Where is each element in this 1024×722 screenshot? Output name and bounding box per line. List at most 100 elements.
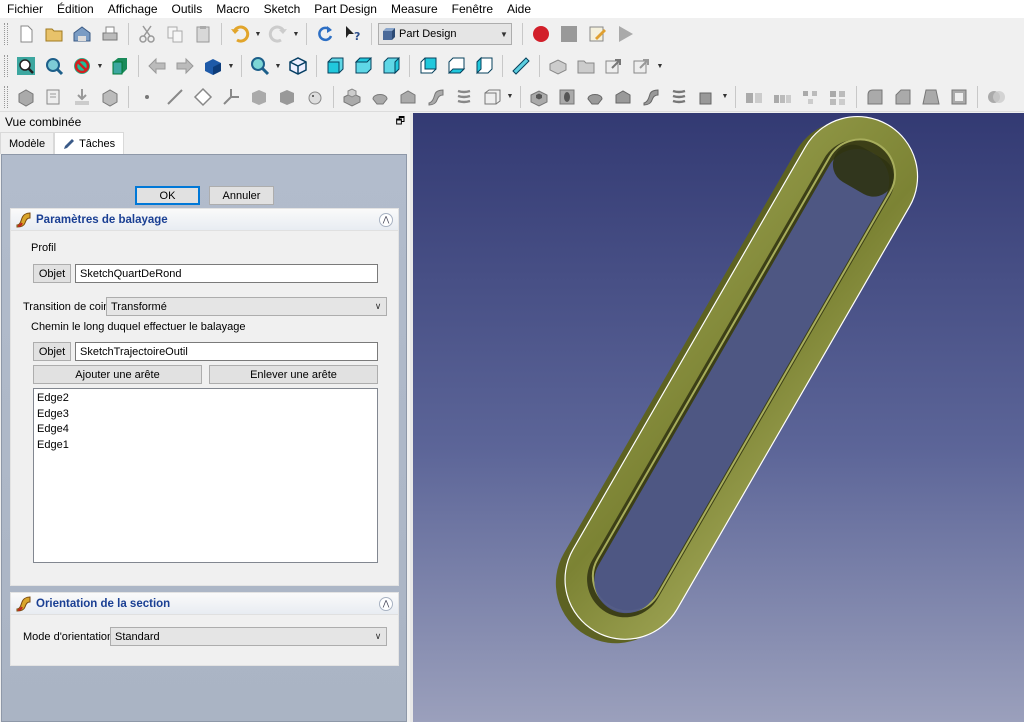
- view-top-button[interactable]: [350, 53, 376, 79]
- menu-measure[interactable]: Measure: [384, 0, 445, 18]
- subtractive-pipe-button[interactable]: [638, 84, 664, 110]
- toolbar-grip[interactable]: [4, 23, 8, 45]
- thickness-button[interactable]: [946, 84, 972, 110]
- redo-button[interactable]: [265, 21, 291, 47]
- orientation-header[interactable]: Orientation de la section ⋀: [11, 593, 398, 615]
- add-edge-button[interactable]: Ajouter une arête: [33, 365, 202, 384]
- forward-view-button[interactable]: [172, 53, 198, 79]
- loft-button[interactable]: [395, 84, 421, 110]
- subshape-binder-button[interactable]: [274, 84, 300, 110]
- view-isometric-button[interactable]: [285, 53, 311, 79]
- collapse-icon[interactable]: ⋀: [379, 596, 393, 611]
- redo-dropdown[interactable]: ▼: [292, 21, 300, 47]
- profile-field[interactable]: SketchQuartDeRond: [75, 264, 378, 283]
- subtractive-primitive-button[interactable]: [694, 84, 720, 110]
- path-field[interactable]: SketchTrajectoireOutil: [75, 342, 378, 361]
- helix-button[interactable]: [451, 84, 477, 110]
- fit-all-button[interactable]: [13, 53, 39, 79]
- 3d-viewport[interactable]: [413, 113, 1024, 722]
- menu-macro[interactable]: Macro: [209, 0, 256, 18]
- datum-plane-button[interactable]: [190, 84, 216, 110]
- list-item[interactable]: Edge2: [37, 391, 374, 407]
- open-file-button[interactable]: [41, 21, 67, 47]
- view-bottom-button[interactable]: [443, 53, 469, 79]
- macro-record-button[interactable]: [528, 21, 554, 47]
- additive-primitive-dropdown[interactable]: ▼: [506, 84, 514, 110]
- view-rear-button[interactable]: [415, 53, 441, 79]
- draw-style-dropdown[interactable]: ▼: [96, 53, 104, 79]
- workbench-selector[interactable]: Part Design ▼: [378, 23, 512, 45]
- measure-distance-button[interactable]: [508, 53, 534, 79]
- chamfer-button[interactable]: [890, 84, 916, 110]
- transition-combo[interactable]: Transformé ∨: [106, 297, 387, 316]
- ok-button[interactable]: OK: [135, 186, 200, 205]
- collapse-icon[interactable]: ⋀: [379, 212, 393, 227]
- back-view-button[interactable]: [144, 53, 170, 79]
- linear-pattern-button[interactable]: [769, 84, 795, 110]
- subtractive-loft-button[interactable]: [610, 84, 636, 110]
- menu-fichier[interactable]: Fichier: [0, 0, 50, 18]
- view-right-button[interactable]: [378, 53, 404, 79]
- menu-sketch[interactable]: Sketch: [257, 0, 308, 18]
- undo-dropdown[interactable]: ▼: [254, 21, 262, 47]
- cut-button[interactable]: [134, 21, 160, 47]
- profile-object-button[interactable]: Objet: [33, 264, 71, 283]
- create-part-button[interactable]: [545, 53, 571, 79]
- polar-pattern-button[interactable]: [797, 84, 823, 110]
- datum-line-button[interactable]: [162, 84, 188, 110]
- std-views-dropdown[interactable]: ▼: [227, 53, 235, 79]
- hole-button[interactable]: [554, 84, 580, 110]
- menu-part-design[interactable]: Part Design: [307, 0, 384, 18]
- multi-transform-button[interactable]: [825, 84, 851, 110]
- remove-edge-button[interactable]: Enlever une arête: [209, 365, 378, 384]
- create-link-button[interactable]: [601, 53, 627, 79]
- create-body-button[interactable]: [13, 84, 39, 110]
- draft-button[interactable]: [918, 84, 944, 110]
- tab-modele[interactable]: Modèle: [0, 132, 55, 154]
- link-actions-dropdown[interactable]: ▼: [656, 53, 664, 79]
- macro-edit-button[interactable]: [584, 21, 610, 47]
- subtractive-primitive-dropdown[interactable]: ▼: [721, 84, 729, 110]
- path-object-button[interactable]: Objet: [33, 342, 71, 361]
- refresh-button[interactable]: [312, 21, 338, 47]
- boolean-button[interactable]: [983, 84, 1009, 110]
- groove-button[interactable]: [582, 84, 608, 110]
- shape-binder-button[interactable]: [246, 84, 272, 110]
- bounding-box-button[interactable]: [107, 53, 133, 79]
- macro-run-button[interactable]: [612, 21, 638, 47]
- list-item[interactable]: Edge3: [37, 407, 374, 423]
- list-item[interactable]: Edge1: [37, 438, 374, 454]
- validate-sketch-button[interactable]: [97, 84, 123, 110]
- datum-point-button[interactable]: [134, 84, 160, 110]
- clone-button[interactable]: [302, 84, 328, 110]
- menu-affichage[interactable]: Affichage: [101, 0, 165, 18]
- macro-stop-button[interactable]: [556, 21, 582, 47]
- fit-selection-button[interactable]: [41, 53, 67, 79]
- pipe-button[interactable]: [423, 84, 449, 110]
- attach-sketch-button[interactable]: [69, 84, 95, 110]
- print-button[interactable]: [97, 21, 123, 47]
- edge-list[interactable]: Edge2 Edge3 Edge4 Edge1: [33, 388, 378, 563]
- menu-fenetre[interactable]: Fenêtre: [445, 0, 500, 18]
- subtractive-helix-button[interactable]: [666, 84, 692, 110]
- cancel-button[interactable]: Annuler: [209, 186, 274, 205]
- tab-taches[interactable]: Tâches: [54, 132, 125, 155]
- view-left-button[interactable]: [471, 53, 497, 79]
- copy-button[interactable]: [162, 21, 188, 47]
- undo-button[interactable]: [227, 21, 253, 47]
- list-item[interactable]: Edge4: [37, 422, 374, 438]
- zoom-button[interactable]: [247, 53, 273, 79]
- sweep-parameters-header[interactable]: Paramètres de balayage ⋀: [11, 209, 398, 231]
- create-group-button[interactable]: [573, 53, 599, 79]
- new-file-button[interactable]: [13, 21, 39, 47]
- menu-aide[interactable]: Aide: [500, 0, 538, 18]
- toolbar-grip[interactable]: [4, 85, 8, 108]
- pad-button[interactable]: [339, 84, 365, 110]
- fillet-button[interactable]: [862, 84, 888, 110]
- zoom-dropdown[interactable]: ▼: [274, 53, 282, 79]
- mirrored-button[interactable]: [741, 84, 767, 110]
- orientation-mode-combo[interactable]: Standard ∨: [110, 627, 387, 646]
- menu-edition[interactable]: Édition: [50, 0, 101, 18]
- std-views-button[interactable]: [200, 53, 226, 79]
- create-sketch-button[interactable]: [41, 84, 67, 110]
